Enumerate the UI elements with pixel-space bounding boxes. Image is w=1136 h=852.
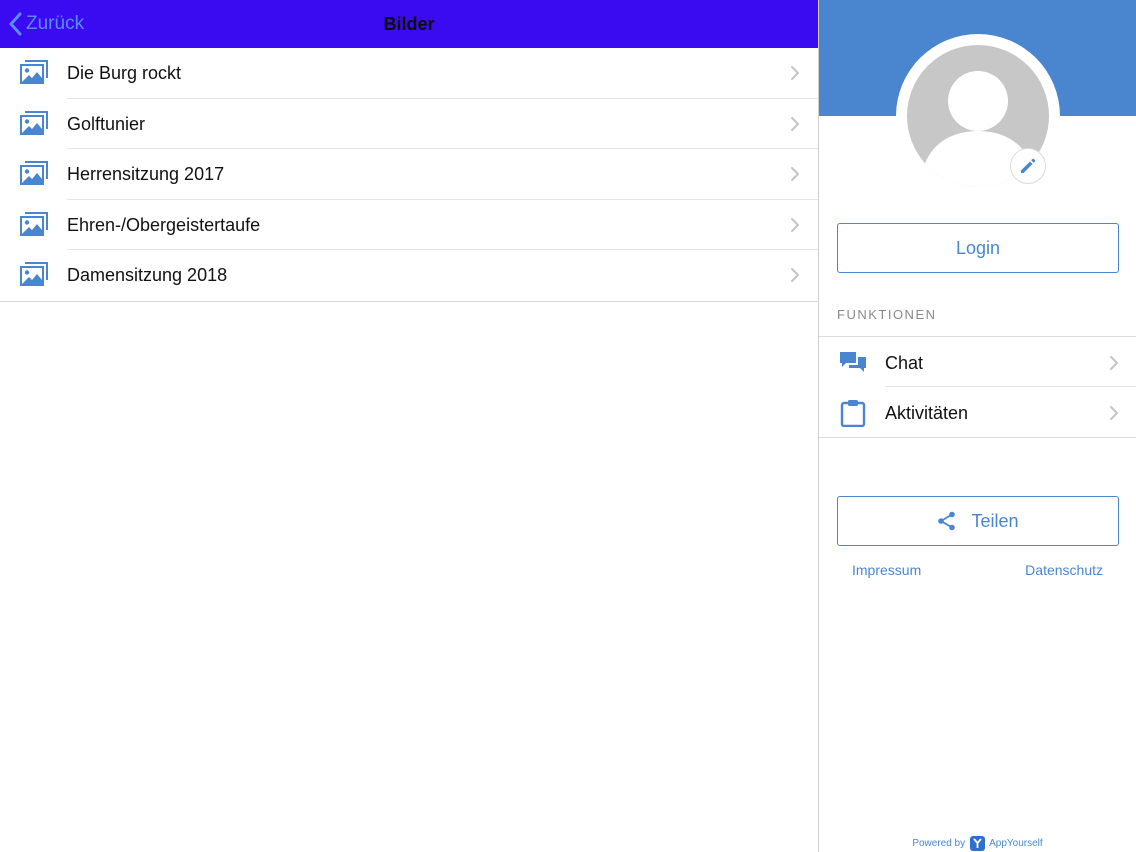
images-icon <box>20 110 48 135</box>
function-item-chat[interactable]: Chat <box>819 337 1136 387</box>
chat-icon <box>840 352 866 372</box>
share-button[interactable]: Teilen <box>837 496 1119 546</box>
album-list-item[interactable]: Ehren-/Obergeistertaufe <box>0 200 818 250</box>
main-pane: Zurück Bilder Die Burg rockt Golftunier He… <box>0 0 818 852</box>
brand-name: AppYourself <box>989 837 1043 849</box>
function-list: Chat Aktivitäten <box>819 336 1136 438</box>
back-label: Zurück <box>26 13 85 34</box>
back-button[interactable]: Zurück <box>8 0 84 48</box>
function-label: Aktivitäten <box>885 403 969 423</box>
album-label: Herrensitzung 2017 <box>67 164 225 184</box>
share-label: Teilen <box>971 510 1019 531</box>
powered-by[interactable]: Powered by AppYourself <box>819 835 1136 851</box>
datenschutz-link[interactable]: Datenschutz <box>1025 562 1103 578</box>
album-label: Ehren-/Obergeistertaufe <box>67 214 261 235</box>
navigation-bar: Zurück Bilder <box>0 0 818 48</box>
images-icon <box>20 60 48 84</box>
chevron-left-icon <box>9 12 22 36</box>
chevron-right-icon <box>791 167 799 181</box>
album-list-item[interactable]: Damensitzung 2018 <box>0 250 818 301</box>
chevron-right-icon <box>791 217 799 232</box>
function-label: Chat <box>885 353 924 373</box>
page-title: Bilder <box>383 14 435 34</box>
chevron-right-icon <box>791 116 799 131</box>
appyourself-logo-icon <box>970 835 986 851</box>
chevron-right-icon <box>1110 356 1118 370</box>
chevron-right-icon <box>1110 406 1118 420</box>
profile-sidebar: Login FUNKTIONEN Chat Aktivitäten Teilen… <box>818 0 1136 852</box>
login-label: Login <box>955 237 1001 258</box>
album-label: Golftunier <box>67 113 146 134</box>
edit-avatar-button[interactable] <box>1010 148 1046 184</box>
impressum-link[interactable]: Impressum <box>852 562 921 578</box>
chevron-right-icon <box>791 268 799 282</box>
images-icon <box>20 262 48 286</box>
album-label: Die Burg rockt <box>67 63 182 83</box>
clipboard-icon <box>840 400 866 427</box>
album-list-item[interactable]: Die Burg rockt <box>0 48 818 99</box>
section-title: FUNKTIONEN <box>837 307 937 322</box>
powered-by-label: Powered by <box>912 837 966 849</box>
images-icon <box>20 161 48 185</box>
album-list-item[interactable]: Herrensitzung 2017 <box>0 149 818 200</box>
album-label: Damensitzung 2018 <box>67 265 228 285</box>
login-button[interactable]: Login <box>837 223 1119 273</box>
chevron-right-icon <box>791 66 799 80</box>
album-list: Die Burg rockt Golftunier Herrensitzung 20… <box>0 48 818 302</box>
album-list-item[interactable]: Golftunier <box>0 99 818 149</box>
images-icon <box>20 211 48 236</box>
share-icon <box>938 511 956 531</box>
function-item-aktivitaeten[interactable]: Aktivitäten <box>819 387 1136 437</box>
pencil-icon <box>1021 158 1036 173</box>
